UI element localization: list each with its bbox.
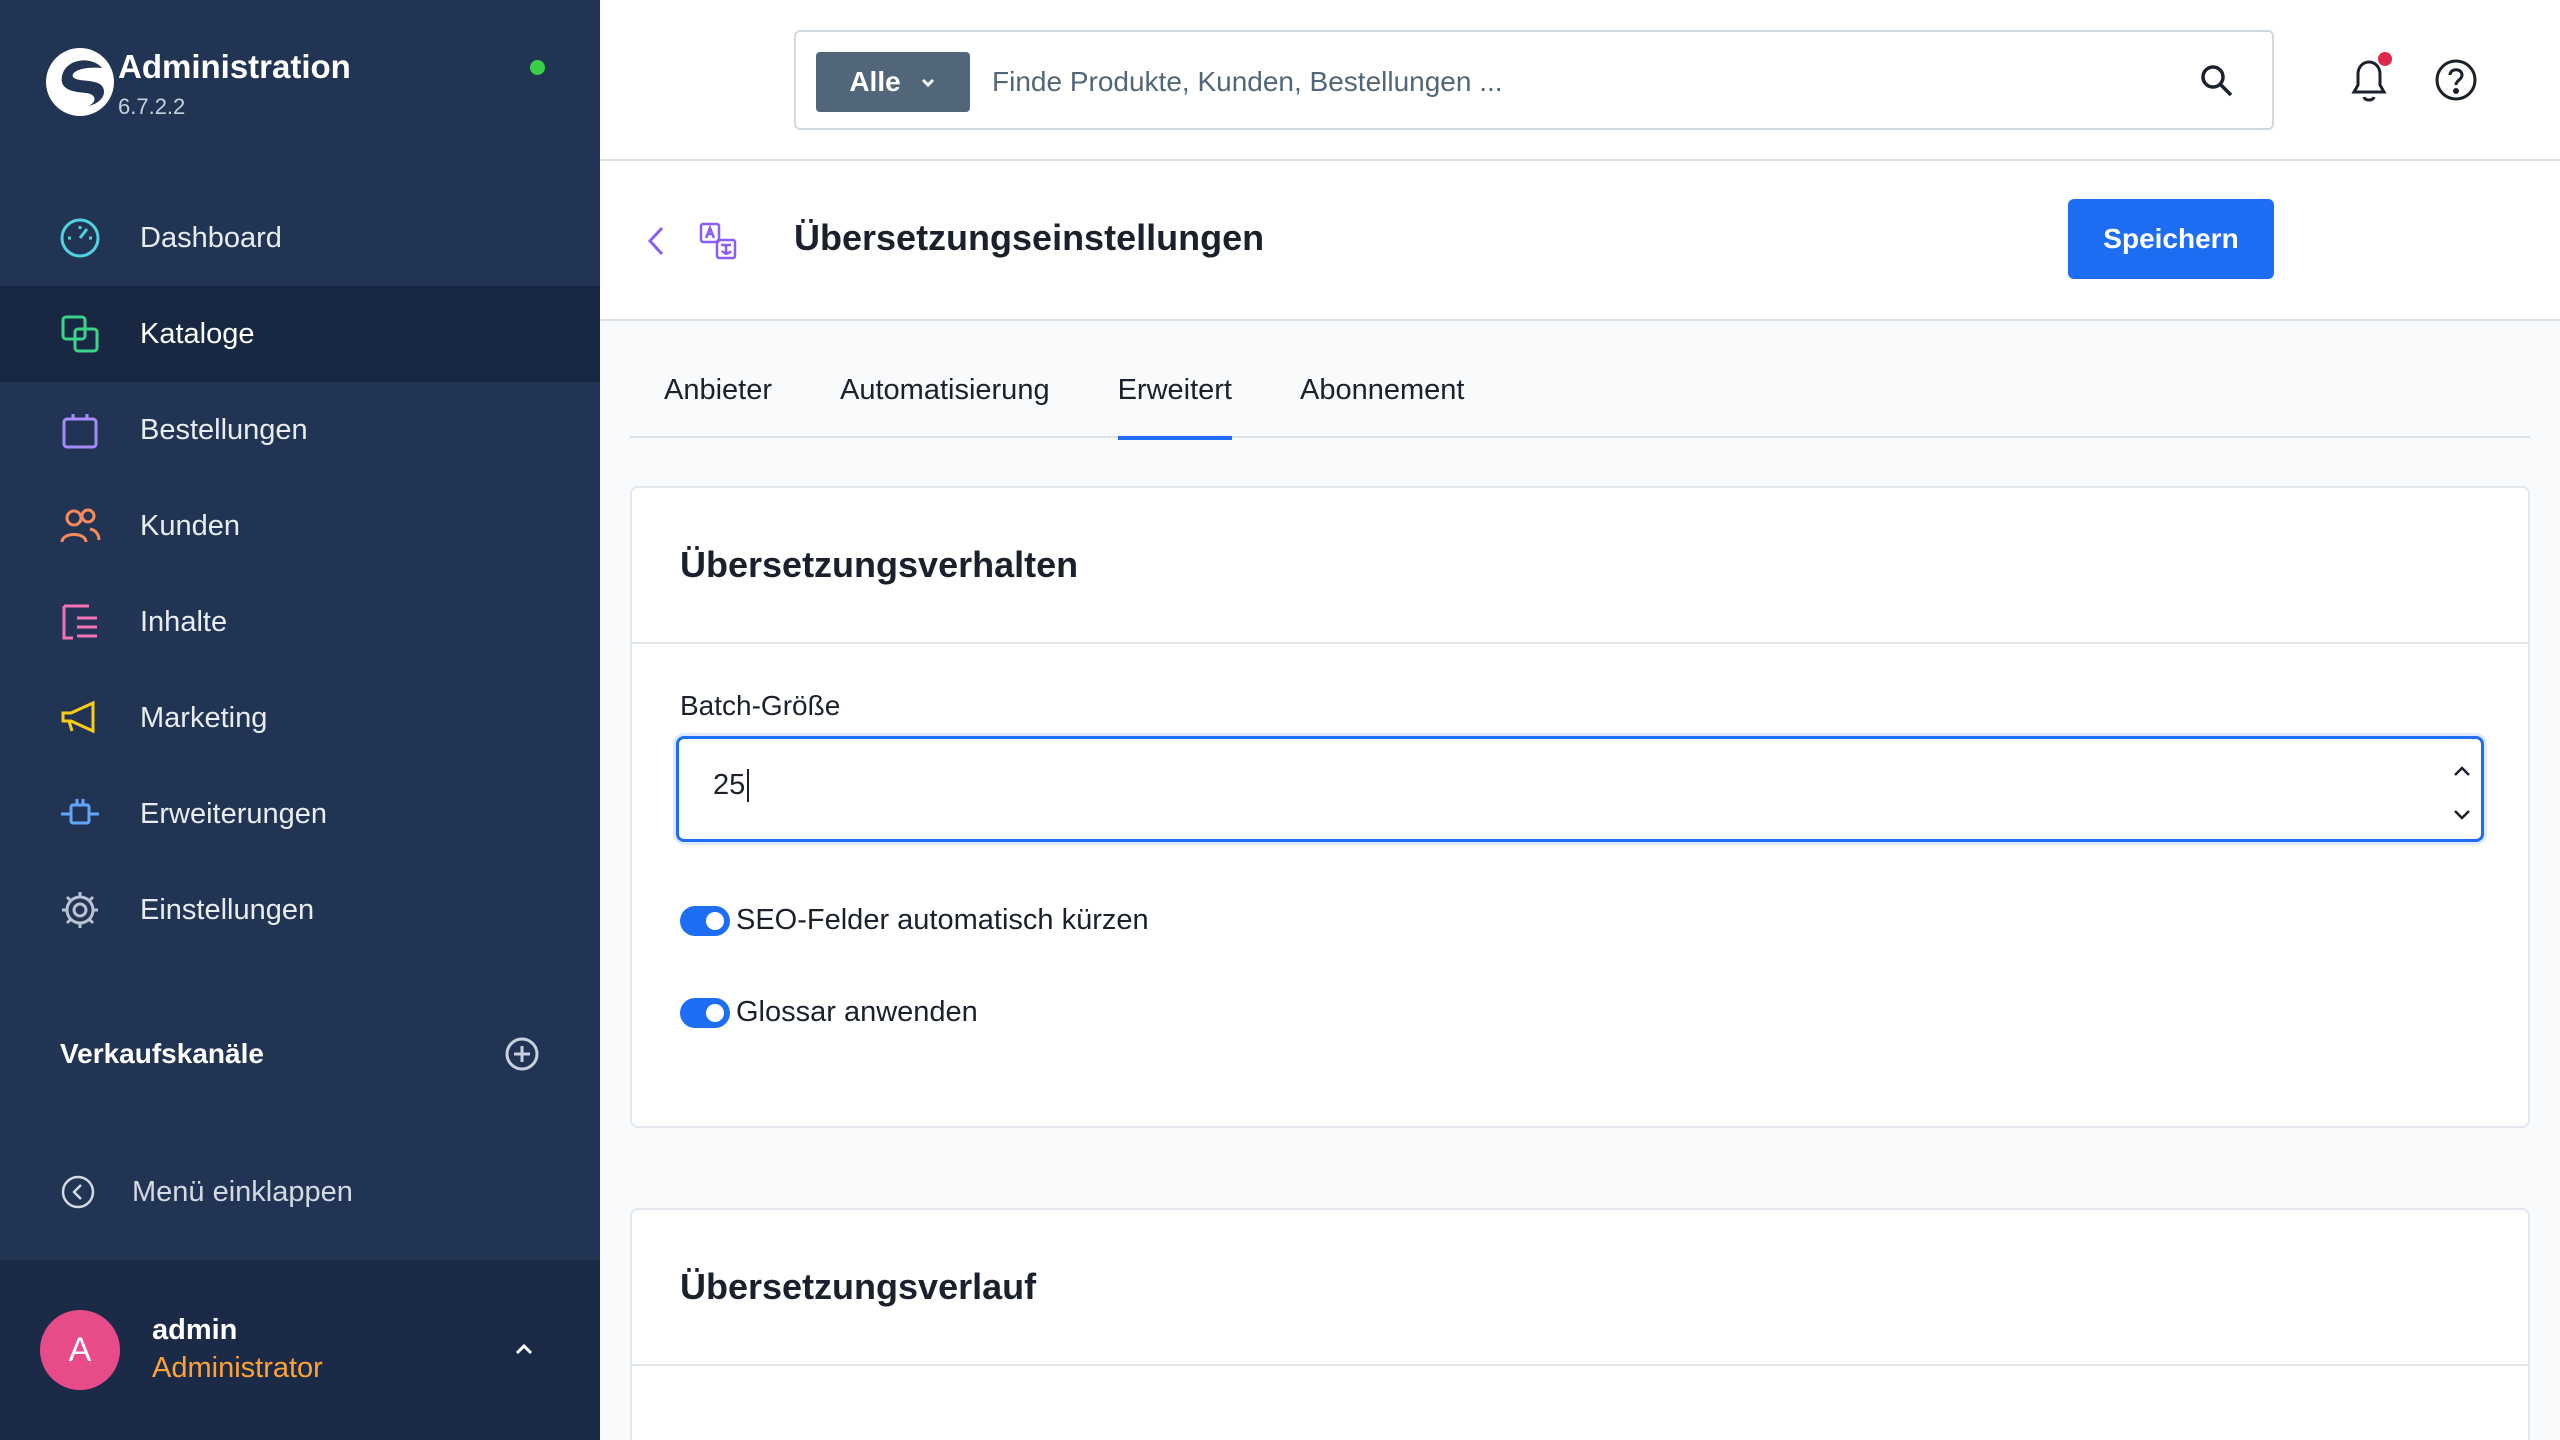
card-title: Übersetzungsverlauf — [680, 1266, 1037, 1307]
toggle-label: SEO-Felder automatisch kürzen — [736, 904, 1149, 936]
orders-icon — [58, 408, 102, 452]
user-role: Administrator — [152, 1352, 323, 1384]
tab-advanced[interactable]: Erweitert — [1084, 374, 1266, 440]
chevron-up-icon[interactable] — [2451, 761, 2473, 783]
divider — [632, 642, 2528, 644]
tab-automation[interactable]: Automatisierung — [806, 374, 1084, 438]
back-arrow-icon[interactable] — [642, 223, 670, 259]
nav-label: Dashboard — [140, 221, 282, 254]
nav-label: Bestellungen — [140, 413, 308, 446]
batch-size-label: Batch-Größe — [680, 690, 841, 721]
main-nav: Dashboard Kataloge Bestellungen Kunden I… — [0, 190, 600, 958]
collapse-label: Menü einklappen — [132, 1175, 353, 1208]
top-bar: Alle — [600, 0, 2560, 161]
catalog-icon — [58, 312, 102, 356]
settings-icon — [58, 888, 102, 932]
add-channel-icon[interactable] — [504, 1036, 540, 1072]
tab-provider[interactable]: Anbieter — [630, 374, 806, 438]
glossary-toggle[interactable] — [680, 997, 730, 1028]
toggle-label: Glossar anwenden — [736, 996, 978, 1028]
card-title: Übersetzungsverhalten — [680, 544, 1079, 585]
glossary-toggle-row: Glossar anwenden — [680, 996, 978, 1029]
collapse-menu-button[interactable]: Menü einklappen — [60, 1174, 353, 1210]
customers-icon — [58, 504, 102, 548]
sales-channels: Verkaufskanäle — [60, 1036, 540, 1072]
translate-icon — [699, 222, 737, 260]
nav-label: Marketing — [140, 701, 268, 734]
nav-item-content[interactable]: Inhalte — [0, 574, 600, 670]
sales-channels-label: Verkaufskanäle — [60, 1038, 264, 1069]
nav-item-catalogs[interactable]: Kataloge — [0, 286, 600, 382]
chevron-down-icon[interactable] — [2451, 803, 2473, 825]
app-version: 6.7.2.2 — [118, 94, 186, 119]
help-icon[interactable] — [2434, 58, 2478, 102]
nav-label: Einstellungen — [140, 893, 315, 926]
search-filter-dropdown[interactable]: Alle — [816, 52, 970, 112]
nav-label: Kataloge — [140, 317, 255, 350]
nav-label: Kunden — [140, 509, 240, 542]
page-title: Übersetzungseinstellungen — [794, 217, 1265, 258]
chevron-up-icon[interactable] — [510, 1335, 538, 1363]
nav-item-settings[interactable]: Einstellungen — [0, 862, 600, 958]
nav-item-extensions[interactable]: Erweiterungen — [0, 766, 600, 862]
nav-label: Erweiterungen — [140, 797, 327, 830]
search-icon[interactable] — [2198, 62, 2236, 100]
shopware-logo-icon — [46, 48, 114, 116]
extensions-icon — [58, 792, 102, 836]
sidebar: Administration 6.7.2.2 Dashboard Katalog… — [0, 0, 600, 1440]
nav-item-customers[interactable]: Kunden — [0, 478, 600, 574]
dashboard-icon — [58, 216, 102, 260]
tab-subscription[interactable]: Abonnement — [1266, 374, 1498, 438]
batch-size-input[interactable]: 25 — [676, 736, 2484, 842]
nav-label: Inhalte — [140, 605, 228, 638]
global-search: Alle — [794, 30, 2274, 130]
save-button[interactable]: Speichern — [2068, 199, 2274, 279]
content-icon — [58, 600, 102, 644]
translation-behavior-card: Übersetzungsverhalten Batch-Größe 25 SEO… — [630, 486, 2530, 1128]
user-name: admin — [152, 1314, 238, 1346]
notification-badge — [2378, 52, 2392, 66]
nav-item-orders[interactable]: Bestellungen — [0, 382, 600, 478]
status-indicator — [530, 60, 545, 75]
translation-history-card: Übersetzungsverlauf — [630, 1208, 2530, 1440]
page-header: Übersetzungseinstellungen Speichern — [600, 161, 2560, 321]
collapse-icon — [61, 1175, 95, 1209]
divider — [632, 1364, 2528, 1366]
app-title: Administration — [118, 48, 351, 85]
seo-truncate-toggle-row: SEO-Felder automatisch kürzen — [680, 904, 1149, 937]
settings-tabs: Anbieter Automatisierung Erweitert Abonn… — [630, 374, 2530, 440]
batch-size-value: 25 — [713, 769, 750, 802]
search-input[interactable] — [992, 52, 2152, 112]
marketing-icon — [58, 696, 102, 740]
brand: Administration 6.7.2.2 — [44, 46, 351, 119]
seo-truncate-toggle[interactable] — [680, 905, 730, 936]
search-filter-label: Alle — [849, 66, 901, 97]
avatar: A — [40, 1310, 120, 1390]
user-menu[interactable]: A admin Administrator — [0, 1260, 600, 1440]
chevron-down-icon — [921, 78, 934, 88]
nav-item-dashboard[interactable]: Dashboard — [0, 190, 600, 286]
nav-item-marketing[interactable]: Marketing — [0, 670, 600, 766]
